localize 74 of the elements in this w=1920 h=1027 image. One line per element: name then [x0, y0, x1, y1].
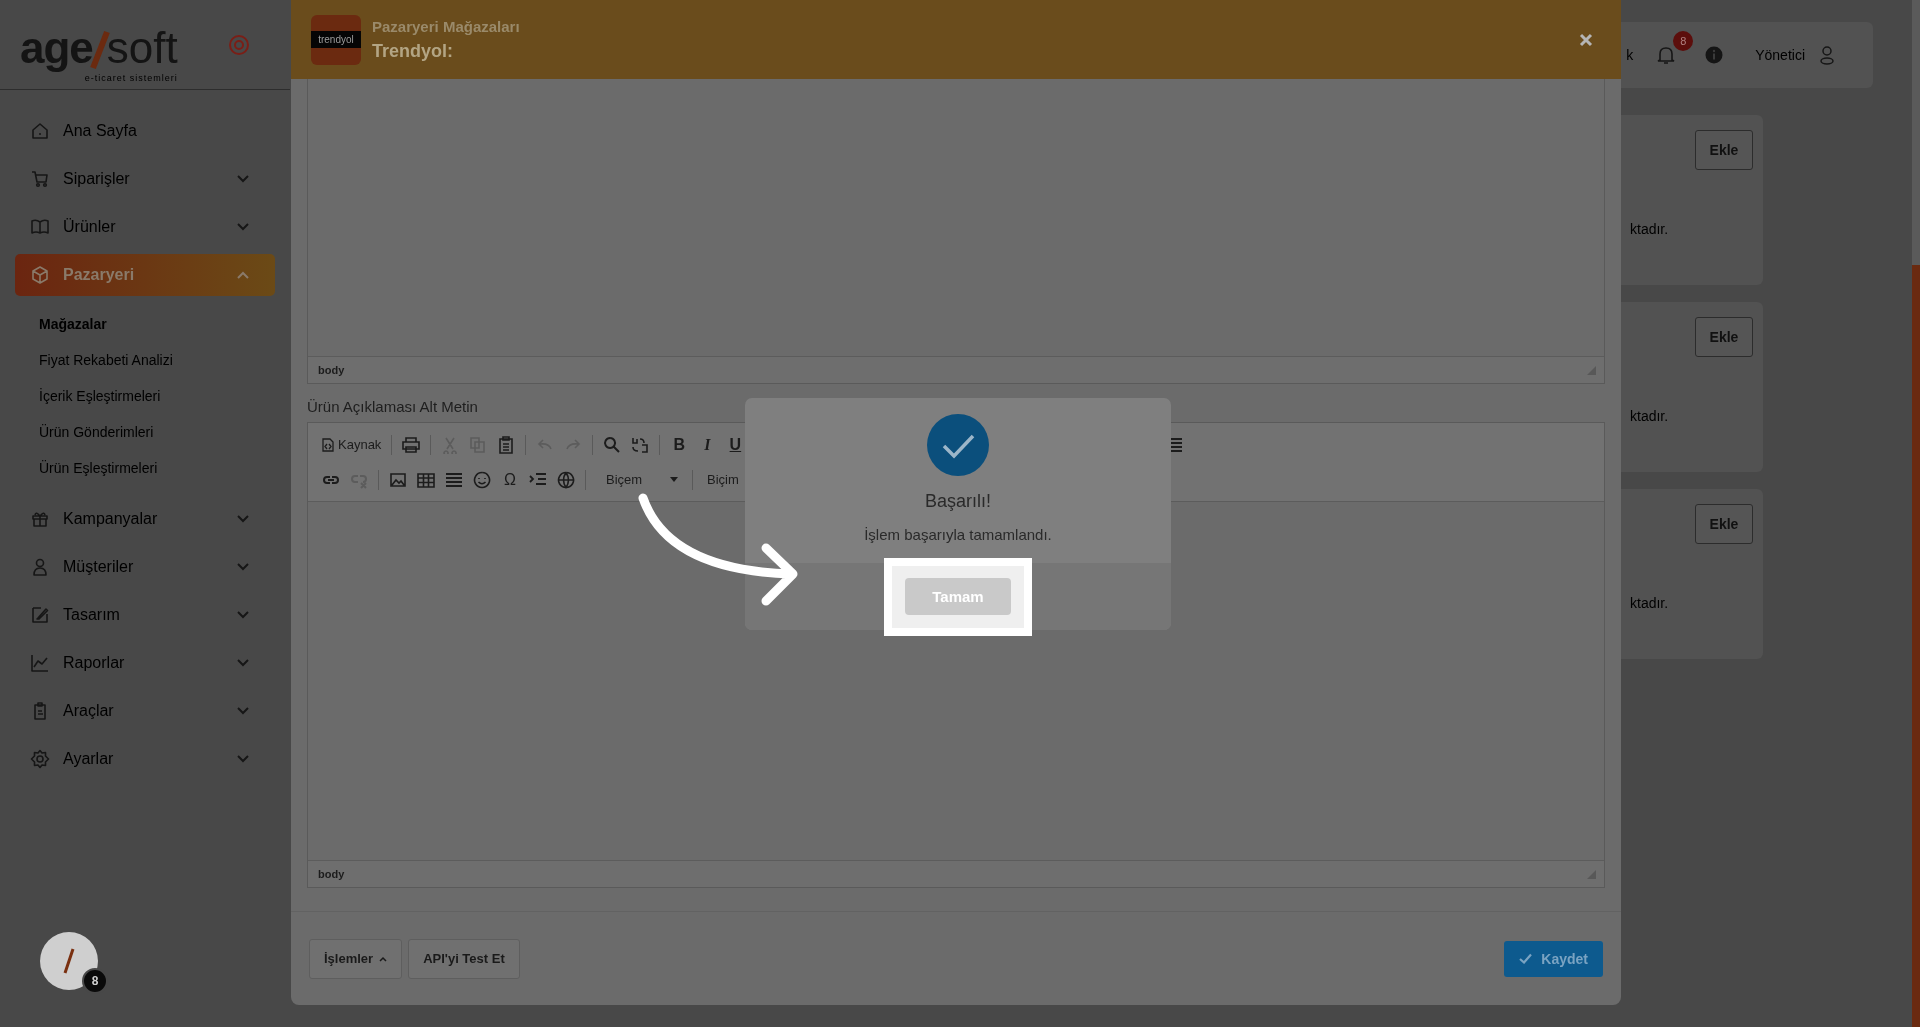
card-text: ktadır.	[1630, 221, 1670, 237]
menu-item[interactable]: Siparişler	[15, 158, 275, 200]
pencil-icon	[62, 947, 76, 975]
menu-icon	[30, 217, 50, 237]
underline-button[interactable]: U	[726, 435, 745, 454]
user-icon[interactable]	[1819, 45, 1835, 65]
italic-button[interactable]: I	[698, 435, 717, 454]
menu-item[interactable]: Kampanyalar	[15, 498, 275, 540]
dialog-message: İşlem başarıyla tamamlandı.	[864, 526, 1052, 543]
modal-subtitle: Pazaryeri Mağazaları	[372, 17, 521, 35]
submenu-item[interactable]: Ürün Eşleştirmeleri	[39, 450, 275, 486]
menu-item[interactable]: Ürünler	[15, 206, 275, 248]
scrollbar[interactable]	[1912, 0, 1920, 1027]
menu-item[interactable]: Ana Sayfa	[15, 110, 275, 152]
globe-icon[interactable]	[557, 470, 575, 489]
bold-button[interactable]: B	[670, 435, 689, 454]
menu-icon	[30, 605, 50, 625]
top-bar-text: k	[1626, 47, 1634, 63]
symbol-button[interactable]: Ω	[501, 470, 519, 489]
test-button[interactable]: API'yi Test Et	[408, 938, 520, 979]
style-dropdown[interactable]: Biçem	[596, 472, 682, 487]
dropdown-caret-icon	[670, 477, 678, 482]
menu-icon	[30, 265, 50, 285]
menu-item[interactable]: Müşteriler	[15, 546, 275, 588]
table-icon[interactable]	[417, 470, 435, 489]
success-check-icon	[927, 414, 989, 476]
print-icon[interactable]	[402, 435, 421, 454]
info-icon[interactable]	[1705, 46, 1724, 64]
format-dropdown[interactable]: Biçim	[703, 472, 739, 487]
dialog-title: Başarılı!	[925, 491, 991, 512]
card-text: ktadır.	[1630, 408, 1670, 424]
add-button[interactable]: Ekle	[1695, 130, 1753, 170]
submenu-item[interactable]: Ürün Gönderimleri	[39, 414, 275, 450]
menu-item[interactable]: Ayarlar	[15, 738, 275, 780]
menu-icon	[30, 653, 50, 673]
add-button[interactable]: Ekle	[1695, 504, 1753, 544]
menu-icon	[30, 509, 50, 529]
count-badge: 8	[82, 968, 108, 994]
actions-menu-button[interactable]: İşlemler	[309, 938, 403, 979]
check-icon	[1519, 953, 1533, 964]
user-name[interactable]: Yönetici	[1755, 47, 1805, 63]
element-path: body	[318, 868, 345, 880]
field-label: Ürün Açıklaması Alt Metin	[307, 398, 479, 415]
search-icon[interactable]	[603, 435, 622, 454]
logo-tagline: e-ticaret sistemleri	[84, 72, 178, 83]
source-button[interactable]: Kaynak	[322, 437, 382, 452]
rule-icon[interactable]	[445, 470, 463, 489]
replace-icon[interactable]	[631, 435, 650, 454]
menu-item[interactable]: Raporlar	[15, 642, 275, 684]
help-button[interactable]	[40, 932, 98, 990]
submenu-item[interactable]: İçerik Eşleştirmeleri	[39, 378, 275, 414]
menu-item[interactable]: Araçlar	[15, 690, 275, 732]
bell-icon[interactable]	[1657, 45, 1676, 65]
store-logo: trendyol	[311, 14, 361, 65]
notification-badge: 8	[1673, 31, 1694, 51]
menu-icon	[30, 749, 50, 769]
add-button[interactable]: Ekle	[1695, 317, 1753, 357]
image-icon[interactable]	[389, 470, 407, 489]
source-code-icon	[322, 437, 334, 452]
menu-icon	[30, 169, 50, 189]
submenu-item[interactable]: Mağazalar	[39, 306, 275, 342]
close-icon[interactable]	[1579, 32, 1593, 47]
save-button[interactable]: Kaydet	[1504, 940, 1603, 977]
menu-item[interactable]: Pazaryeri	[15, 254, 275, 296]
menu-icon	[30, 121, 50, 141]
submenu-item[interactable]: Fiyat Rekabeti Analizi	[39, 342, 275, 378]
paste-icon[interactable]	[497, 435, 516, 454]
smiley-icon[interactable]	[473, 470, 491, 489]
modal-title: Trendyol:	[372, 40, 454, 62]
caret-icon	[379, 955, 388, 962]
menu-item[interactable]: Tasarım	[15, 594, 275, 636]
menu-icon	[30, 557, 50, 577]
element-path: body	[318, 364, 345, 376]
card-text: ktadır.	[1630, 595, 1670, 611]
